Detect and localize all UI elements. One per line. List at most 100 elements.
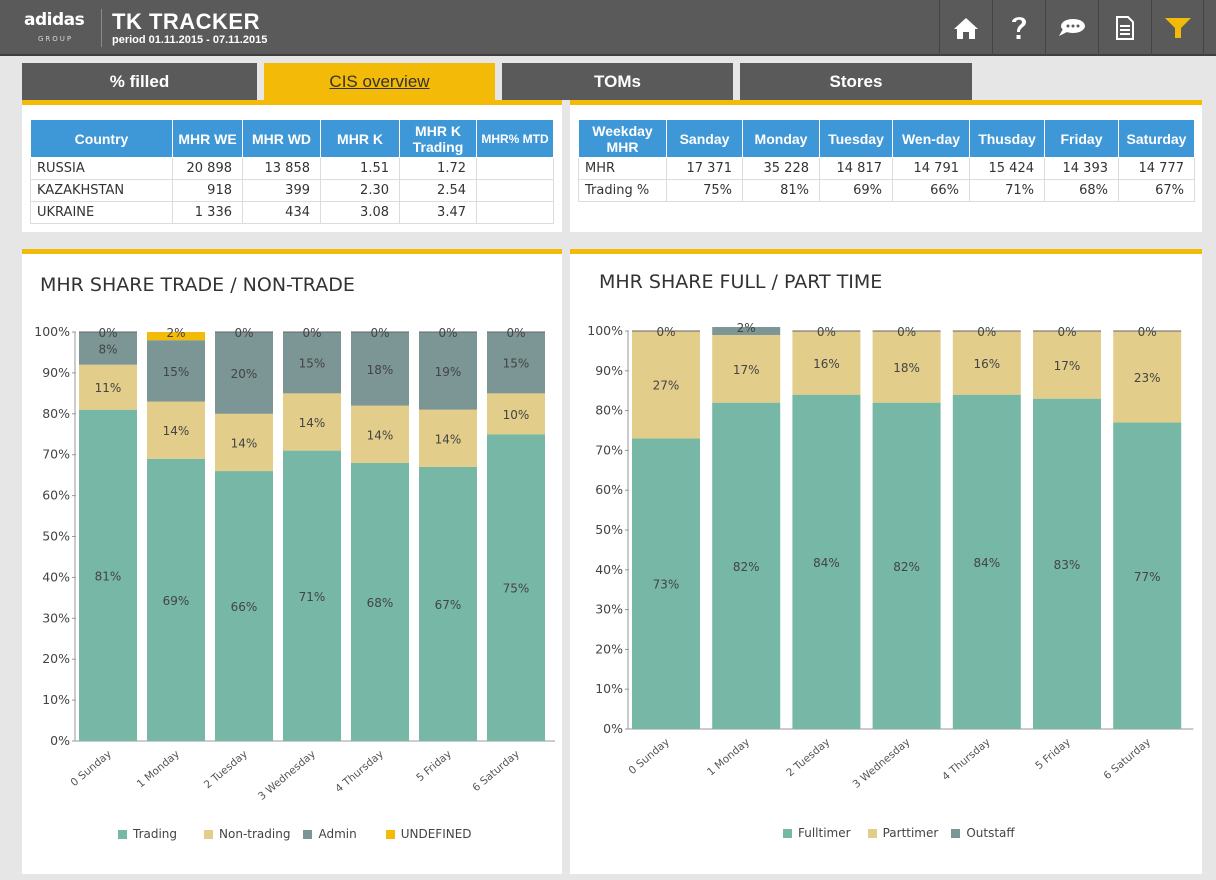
legend-label: Parttimer	[882, 826, 939, 840]
data-label: 15%	[503, 357, 530, 371]
data-label: 66%	[231, 600, 258, 614]
legend-swatch	[118, 829, 127, 839]
data-label: 8%	[98, 342, 117, 356]
logo-name: adidas	[24, 10, 85, 30]
table-cell: 14 777	[1118, 157, 1195, 180]
legend-item-outstaff[interactable]: Outstaff	[951, 826, 1015, 840]
x-tick-label: 5 Friday	[414, 748, 454, 784]
table-cell: 66%	[892, 179, 970, 202]
data-label: 82%	[893, 560, 920, 574]
y-tick-label: 0%	[603, 721, 623, 736]
filter-icon	[1164, 18, 1191, 38]
table-cell: Trading %	[578, 179, 667, 202]
y-tick-label: 40%	[595, 562, 623, 577]
weekday-table-panel: Weekday MHR Sanday Monday Tuesday Wen-da…	[570, 100, 1202, 232]
weekday-table: Weekday MHR Sanday Monday Tuesday Wen-da…	[578, 119, 1195, 202]
column-header: Country	[30, 119, 173, 158]
tab-filled[interactable]: % filled	[22, 63, 257, 100]
column-header: Friday	[1044, 119, 1119, 158]
legend-item-admin[interactable]: Admin	[303, 827, 357, 841]
y-tick-label: 50%	[595, 522, 623, 537]
fulltime-chart-panel: MHR SHARE FULL / PART TIME 0% 10% 20% 30% 40…	[570, 249, 1202, 874]
column-header: Tuesday	[819, 119, 893, 158]
chart-legend: Trading Non-trading Admin UNDEFINED	[118, 827, 485, 841]
data-label: 68%	[367, 596, 394, 610]
data-label: 14%	[367, 428, 394, 442]
adidas-group-logo[interactable]: adidas GROUP	[12, 9, 102, 47]
data-label: 16%	[973, 357, 1000, 371]
help-button[interactable]	[992, 0, 1045, 56]
x-tick-label: 2 Tuesday	[784, 736, 832, 779]
column-header: Monday	[742, 119, 820, 158]
data-label: 20%	[231, 367, 258, 381]
data-label: 82%	[733, 560, 760, 574]
column-header: MHR K	[320, 119, 400, 158]
legend-label: Trading	[133, 827, 178, 841]
data-label: 84%	[973, 556, 1000, 570]
data-label: 0%	[977, 325, 996, 339]
y-tick-label: 70%	[42, 447, 70, 462]
table-cell	[476, 179, 554, 202]
table-cell: 3.08	[320, 201, 400, 224]
y-tick-label: 90%	[42, 365, 70, 380]
table-cell: UKRAINE	[30, 201, 173, 224]
data-label: 14%	[163, 424, 190, 438]
y-tick-label: 60%	[595, 482, 623, 497]
legend-item-non-trading[interactable]: Non-trading	[204, 827, 290, 841]
legend-item-trading[interactable]: Trading	[118, 827, 177, 841]
legend-swatch	[303, 829, 313, 839]
report-button[interactable]	[1098, 0, 1151, 56]
column-header: MHR WD	[242, 119, 321, 158]
x-tick-label: 2 Tuesday	[202, 748, 250, 791]
x-tick-label: 1 Monday	[135, 748, 182, 790]
data-label: 0%	[370, 326, 389, 340]
y-tick-label: 10%	[595, 681, 623, 696]
table-cell: 1 336	[172, 201, 243, 224]
data-label: 18%	[893, 361, 920, 375]
legend-swatch	[204, 829, 214, 839]
data-label: 14%	[231, 436, 258, 450]
table-cell	[476, 157, 554, 180]
y-tick-label: 10%	[42, 692, 70, 707]
y-tick-label: 50%	[42, 529, 70, 544]
data-label: 81%	[95, 569, 122, 583]
column-header: Weekday MHR	[578, 119, 667, 158]
country-table-panel: Country MHR WE MHR WD MHR K MHR K Tradin…	[22, 100, 562, 232]
x-tick-label: 3 Wednesday	[256, 748, 318, 803]
y-tick-label: 100%	[34, 324, 70, 339]
table-cell: 918	[172, 179, 243, 202]
table-row: RUSSIA 20 898 13 858 1.51 1.72	[30, 157, 554, 180]
filter-button[interactable]	[1151, 0, 1204, 56]
data-label: 0%	[1057, 325, 1076, 339]
table-cell: 1.51	[320, 157, 400, 180]
tab-toms[interactable]: TOMs	[502, 63, 733, 100]
legend-label: Admin	[318, 827, 357, 841]
legend-item-parttimer[interactable]: Parttimer	[867, 826, 939, 840]
table-cell: RUSSIA	[30, 157, 173, 180]
legend-label: Outstaff	[966, 826, 1015, 840]
tab-cis-overview[interactable]: CIS overview	[264, 63, 495, 100]
data-label: 2%	[737, 321, 756, 335]
y-tick-label: 0%	[50, 733, 70, 748]
data-label: 10%	[503, 408, 530, 422]
table-cell: 68%	[1044, 179, 1119, 202]
data-label: 2%	[166, 326, 185, 340]
data-label: 17%	[1054, 359, 1081, 373]
x-tick-label: 5 Friday	[1033, 736, 1073, 772]
legend-swatch	[951, 828, 961, 838]
x-tick-label: 6 Saturday	[470, 748, 522, 794]
trade-share-chart: 0% 10% 20% 30% 40% 50% 60% 70% 80% 90% 100% 81% 11% 8…	[34, 324, 555, 803]
table-cell: 69%	[819, 179, 893, 202]
column-header: Wen-day	[892, 119, 970, 158]
legend-item-fulltimer[interactable]: Fulltimer	[783, 826, 851, 840]
chat-button[interactable]	[1045, 0, 1098, 56]
x-tick-label: 4 Thursday	[940, 736, 993, 783]
table-cell: 14 393	[1044, 157, 1119, 180]
data-label: 16%	[813, 357, 840, 371]
tab-stores[interactable]: Stores	[740, 63, 972, 100]
data-label: 15%	[299, 357, 326, 371]
home-button[interactable]	[939, 0, 992, 56]
legend-label: Fulltimer	[798, 826, 851, 840]
legend-item-undefined[interactable]: UNDEFINED	[385, 827, 472, 841]
y-tick-label: 30%	[42, 610, 70, 625]
